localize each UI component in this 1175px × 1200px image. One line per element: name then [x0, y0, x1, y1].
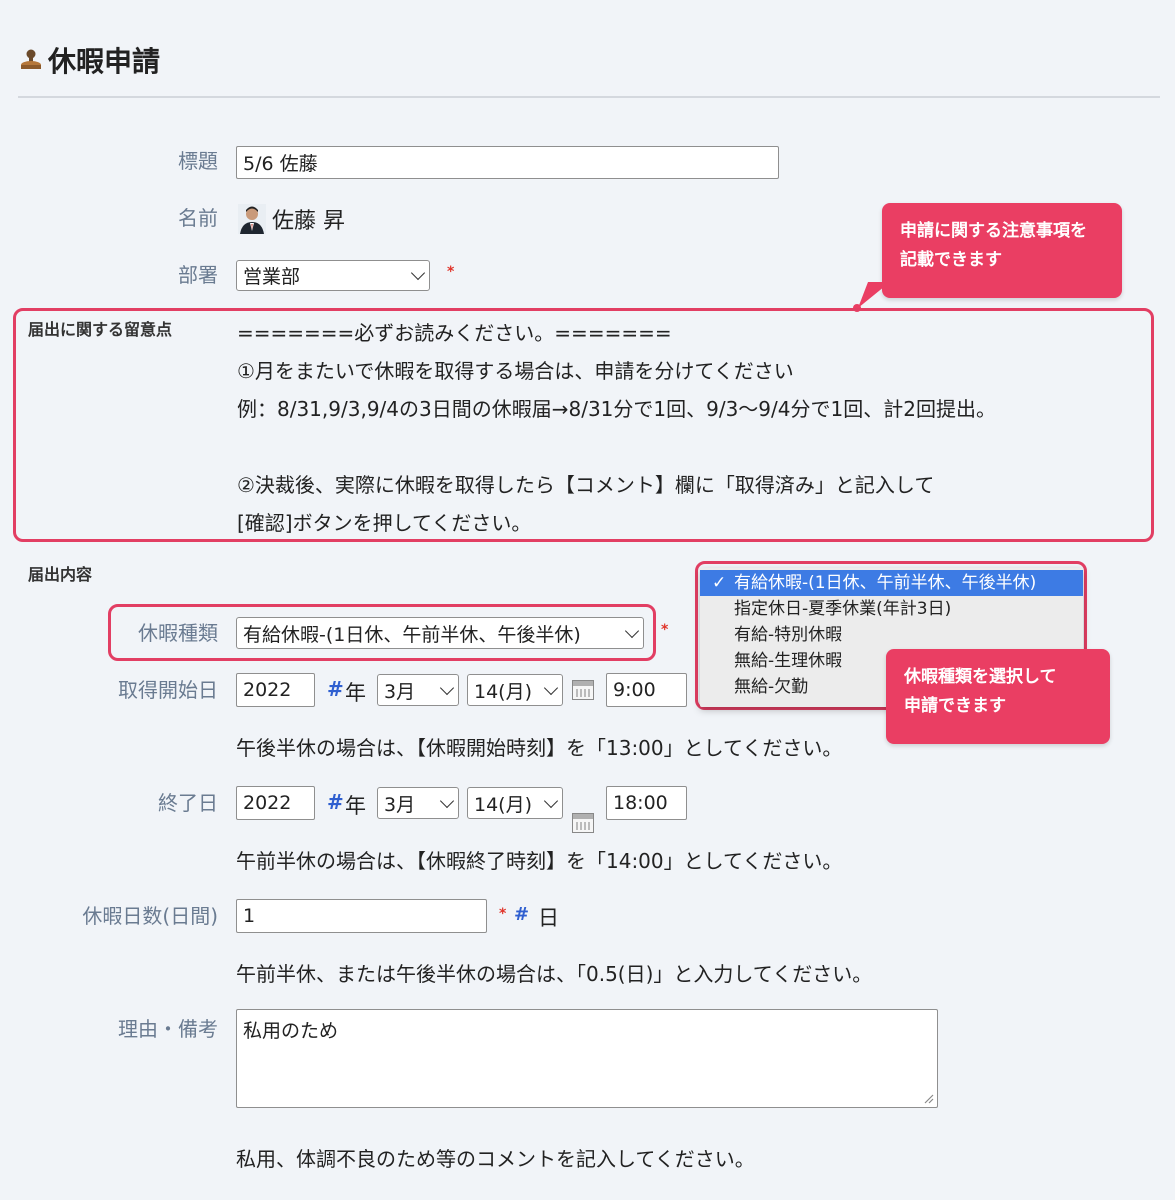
- calendar-icon[interactable]: [572, 813, 594, 833]
- end-year-input[interactable]: 2022: [236, 786, 315, 820]
- reason-label: 理由・備考: [118, 1017, 218, 1041]
- leave-type-value: 有給休暇-(1日休、午前半休、午後半休): [243, 623, 581, 646]
- reason-note: 私用、体調不良のため等のコメントを記入してください。: [236, 1147, 755, 1171]
- end-month-select[interactable]: 3月: [377, 787, 459, 819]
- leave-type-option[interactable]: 有給-特別休暇: [700, 622, 1083, 648]
- start-date-label: 取得開始日: [118, 678, 218, 702]
- subject-input[interactable]: 5/6 佐藤: [236, 146, 779, 179]
- content-section-label: 届出内容: [28, 565, 93, 584]
- end-date-label: 終了日: [158, 791, 218, 815]
- chevron-down-icon: [543, 793, 559, 808]
- department-select[interactable]: 営業部: [236, 260, 430, 291]
- leave-type-callout-line-1: 休暇種類を選択して: [904, 667, 1057, 687]
- chevron-down-icon: [439, 793, 455, 808]
- notice-line-6: [確認]ボタンを押してください。: [237, 511, 532, 535]
- chevron-down-icon: [543, 680, 559, 695]
- applicant-name: 佐藤 昇: [272, 209, 345, 234]
- notice-label: 届出に関する留意点: [28, 320, 173, 339]
- start-time-input[interactable]: 9:00: [606, 673, 687, 707]
- notice-callout-line-2: 記載できます: [900, 250, 1002, 270]
- department-required-mark: *: [447, 264, 455, 280]
- chevron-down-icon: [439, 680, 455, 695]
- start-month-select[interactable]: 3月: [377, 674, 459, 706]
- chevron-down-icon: [624, 623, 640, 638]
- start-month-value: 3月: [384, 680, 416, 703]
- start-day-value: 14(月): [474, 680, 533, 703]
- notice-line-2: ①月をまたいで休暇を取得する場合は、申請を分けてください: [237, 359, 794, 383]
- notice-callout-line-1: 申請に関する注意事項を: [900, 221, 1087, 241]
- end-day-value: 14(月): [474, 793, 533, 816]
- stamp-icon: [21, 49, 41, 69]
- start-year-input[interactable]: 2022: [236, 673, 315, 707]
- days-unit: 日: [538, 906, 559, 930]
- department-label: 部署: [178, 263, 218, 287]
- notice-text: =======必ずお読みください。======= ①月をまたいで休暇を取得する場…: [237, 314, 996, 542]
- resize-handle-icon[interactable]: [922, 1092, 934, 1104]
- leave-type-option-label: 有給-特別休暇: [734, 625, 843, 645]
- end-date-note: 午前半休の場合は、【休暇終了時刻】を「14:00」としてください。: [236, 849, 843, 873]
- leave-type-option[interactable]: 指定休日-夏季休業(年計3日): [700, 596, 1083, 622]
- end-year-unit: 年: [345, 794, 366, 818]
- subject-label: 標題: [178, 149, 218, 173]
- notice-line-3: 例：8/31,9/3,9/4の3日間の休暇届→8/31分で1回、9/3～9/4分…: [237, 397, 996, 421]
- end-month-value: 3月: [384, 793, 416, 816]
- start-day-select[interactable]: 14(月): [467, 674, 563, 706]
- notice-line-5: ②決裁後、実際に休暇を取得したら【コメント】欄に「取得済み」と記入して: [237, 473, 935, 497]
- start-date-note: 午後半休の場合は、【休暇開始時刻】を「13:00」としてください。: [236, 736, 843, 760]
- leave-type-label: 休暇種類: [138, 621, 218, 645]
- days-hash: #: [514, 904, 530, 925]
- start-year-hash: #: [327, 677, 344, 701]
- days-input[interactable]: 1: [236, 899, 487, 933]
- notice-line-1: =======必ずお読みください。=======: [237, 321, 672, 345]
- leave-type-option-label: 無給-生理休暇: [734, 651, 843, 671]
- end-time-input[interactable]: 18:00: [606, 786, 687, 820]
- leave-type-option[interactable]: ✓ 有給休暇-(1日休、午前半休、午後半休): [700, 570, 1083, 596]
- leave-type-callout: 休暇種類を選択して 申請できます: [886, 649, 1110, 744]
- leave-type-select[interactable]: 有給休暇-(1日休、午前半休、午後半休): [236, 617, 644, 649]
- leave-type-callout-line-2: 申請できます: [904, 696, 1006, 716]
- leave-type-option-label: 有給休暇-(1日休、午前半休、午後半休): [734, 573, 1037, 593]
- leave-type-required-mark: *: [661, 622, 669, 638]
- days-note: 午前半休、または午後半休の場合は、「0.5(日)」と入力してください。: [236, 962, 873, 986]
- days-required-mark: *: [499, 906, 507, 922]
- page-header: 休暇申請: [18, 38, 160, 82]
- end-day-select[interactable]: 14(月): [467, 787, 563, 819]
- reason-value: 私用のため: [243, 1020, 339, 1042]
- calendar-icon[interactable]: [572, 680, 594, 700]
- leave-type-option-label: 無給-欠勤: [734, 677, 809, 697]
- notice-line-4: [237, 428, 996, 466]
- name-label: 名前: [178, 206, 218, 230]
- leave-type-option-label: 指定休日-夏季休業(年計3日): [734, 599, 952, 619]
- department-value: 営業部: [243, 266, 301, 288]
- reason-textarea[interactable]: 私用のため: [236, 1009, 938, 1108]
- user-avatar-icon: [238, 204, 266, 234]
- chevron-down-icon: [410, 265, 426, 281]
- page-title: 休暇申請: [48, 45, 161, 78]
- end-year-hash: #: [327, 790, 344, 814]
- days-label: 休暇日数(日間): [82, 904, 218, 928]
- notice-callout: 申請に関する注意事項を 記載できます: [882, 203, 1122, 298]
- title-divider: [18, 96, 1160, 98]
- start-year-unit: 年: [345, 681, 366, 705]
- check-icon: ✓: [712, 573, 727, 593]
